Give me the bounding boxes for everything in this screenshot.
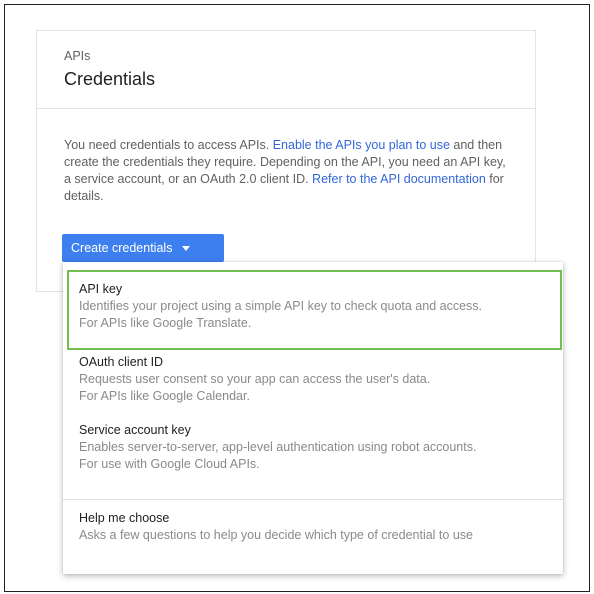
menu-item-description: Requests user consent so your app can ac… — [79, 372, 431, 386]
menu-item-service-account-key[interactable]: Service account key Enables server-to-se… — [63, 422, 563, 486]
menu-item-description: For use with Google Cloud APIs. — [79, 457, 260, 471]
screenshot-frame: APIs Credentials You need credentials to… — [4, 4, 590, 592]
menu-item-description: For APIs like Google Calendar. — [79, 389, 250, 403]
breadcrumb-apis: APIs — [64, 49, 91, 63]
caret-down-icon — [182, 245, 191, 251]
api-documentation-link[interactable]: Refer to the API documentation — [312, 172, 486, 186]
credentials-description: You need credentials to access APIs. Ena… — [64, 137, 512, 205]
enable-apis-link[interactable]: Enable the APIs you plan to use — [273, 138, 450, 152]
page-title: Credentials — [64, 69, 156, 89]
menu-item-title: Service account key — [79, 423, 191, 437]
menu-item-title: Help me choose — [79, 511, 170, 525]
menu-item-description: Enables server-to-server, app-level auth… — [79, 440, 477, 454]
card-body: You need credentials to access APIs. Ena… — [37, 109, 535, 205]
description-text-1: You need credentials to access APIs. — [64, 138, 273, 152]
create-credentials-label: Create credentials — [71, 241, 173, 255]
create-credentials-button[interactable]: Create credentials — [62, 234, 224, 262]
menu-divider — [63, 499, 563, 500]
menu-item-description: Identifies your project using a simple A… — [79, 299, 482, 313]
menu-item-description: For APIs like Google Translate. — [79, 316, 252, 330]
card-header: APIs Credentials — [37, 31, 535, 109]
menu-item-title: OAuth client ID — [79, 355, 164, 369]
menu-item-api-key[interactable]: API key Identifies your project using a … — [67, 270, 562, 350]
menu-item-title: API key — [79, 282, 123, 296]
menu-item-oauth-client-id[interactable]: OAuth client ID Requests user consent so… — [63, 354, 563, 418]
menu-item-help-me-choose[interactable]: Help me choose Asks a few questions to h… — [63, 510, 563, 560]
menu-item-description: Asks a few questions to help you decide … — [79, 528, 473, 542]
create-credentials-menu: API key Identifies your project using a … — [63, 262, 563, 574]
